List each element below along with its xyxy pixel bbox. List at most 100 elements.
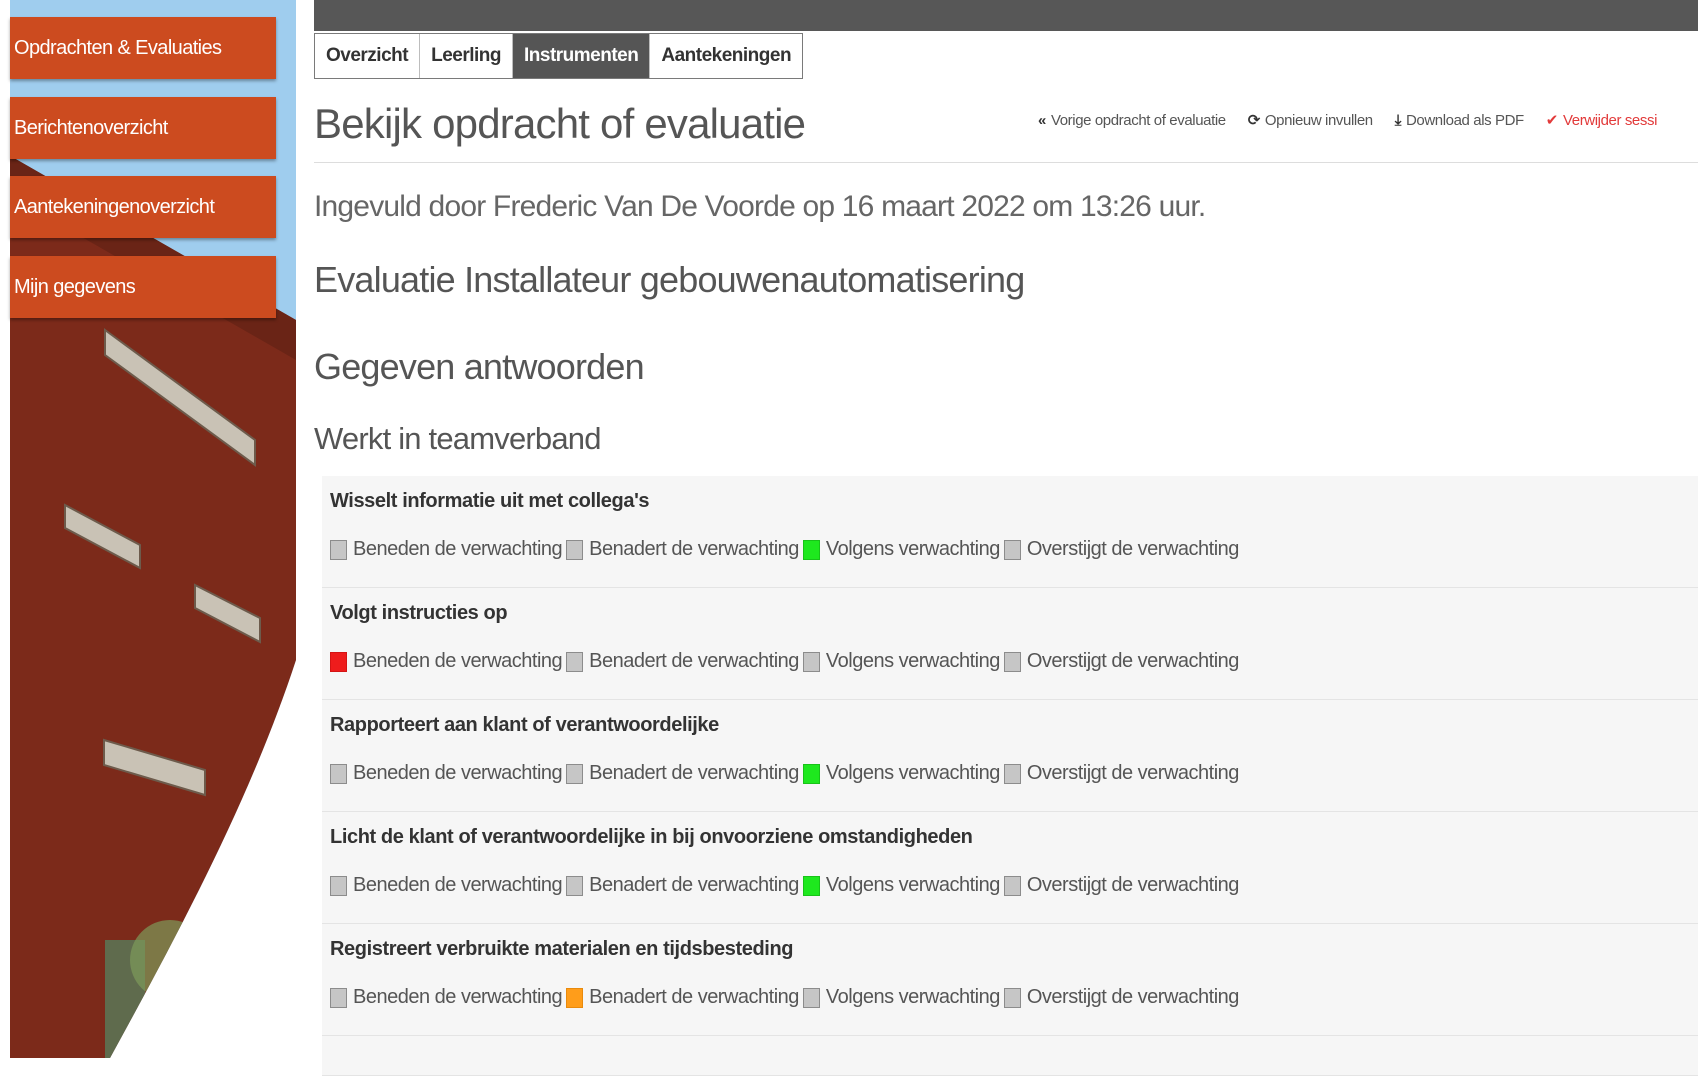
rating-checkbox[interactable] bbox=[330, 875, 347, 896]
rating-option[interactable]: Beneden de verwachting bbox=[330, 762, 563, 785]
rating-label: Benadert de verwachting bbox=[589, 538, 799, 560]
rating-label: Beneden de verwachting bbox=[353, 986, 563, 1008]
rating-option[interactable]: Overstijgt de verwachting bbox=[1003, 538, 1240, 561]
rating-option[interactable]: Benadert de verwachting bbox=[566, 538, 799, 561]
rating-checkbox-selected[interactable] bbox=[330, 651, 347, 672]
criterion-title: Wisselt informatie uit met collega's bbox=[330, 490, 650, 512]
sidebar-item-aantekeningenoverzicht[interactable]: Aantekeningenoverzicht bbox=[10, 176, 276, 238]
criterion-title: Rapporteert aan klant of verantwoordelij… bbox=[330, 714, 719, 736]
sidebar-item-opdrachten-evaluaties[interactable]: Opdrachten & Evaluaties bbox=[10, 17, 276, 79]
list-item: Licht de klant of verantwoordelijke in b… bbox=[322, 812, 1698, 924]
rating-label: Beneden de verwachting bbox=[353, 538, 563, 560]
rating-checkbox[interactable] bbox=[566, 539, 584, 560]
rating-option[interactable]: Overstijgt de verwachting bbox=[1003, 650, 1240, 673]
rating-options: Beneden de verwachting Benadert de verwa… bbox=[330, 650, 1243, 673]
rating-option[interactable]: Volgens verwachting bbox=[802, 538, 1000, 561]
criterion-title: Registreert verbruikte materialen en tij… bbox=[330, 938, 794, 960]
rating-checkbox[interactable] bbox=[330, 987, 347, 1008]
rating-options: Beneden de verwachting Benadert de verwa… bbox=[330, 762, 1243, 785]
rating-label: Overstijgt de verwachting bbox=[1026, 538, 1240, 560]
rating-option[interactable]: Overstijgt de verwachting bbox=[1003, 874, 1240, 897]
refill-link[interactable]: ⟳ Opnieuw invullen bbox=[1247, 111, 1373, 130]
rating-label: Volgens verwachting bbox=[825, 650, 1000, 672]
rating-checkbox[interactable] bbox=[566, 763, 584, 784]
criterion-title: Licht de klant of verantwoordelijke in b… bbox=[330, 826, 973, 848]
rating-option[interactable]: Volgens verwachting bbox=[802, 650, 1000, 673]
sidebar: Opdrachten & Evaluaties Berichtenoverzic… bbox=[0, 0, 296, 1058]
rating-options: Beneden de verwachting Benadert de verwa… bbox=[330, 874, 1243, 897]
sidebar-item-berichtenoverzicht[interactable]: Berichtenoverzicht bbox=[10, 97, 276, 159]
rating-label: Volgens verwachting bbox=[825, 986, 1000, 1008]
list-item: Registreert verbruikte materialen en tij… bbox=[322, 924, 1698, 1036]
rating-checkbox[interactable] bbox=[330, 763, 347, 784]
rating-option[interactable]: Benadert de verwachting bbox=[566, 874, 799, 897]
rating-checkbox[interactable] bbox=[566, 875, 584, 896]
rating-label: Benadert de verwachting bbox=[589, 986, 799, 1008]
rating-option[interactable]: Volgens verwachting bbox=[802, 874, 1000, 897]
divider bbox=[314, 162, 1698, 163]
rating-checkbox-selected[interactable] bbox=[802, 875, 820, 896]
rating-options: Beneden de verwachting Benadert de verwa… bbox=[330, 986, 1243, 1009]
tab-leerling[interactable]: Leerling bbox=[420, 34, 513, 78]
download-icon: ⤓ bbox=[1394, 111, 1402, 129]
action-bar: « Vorige opdracht of evaluatie ⟳ Opnieuw… bbox=[1038, 111, 1679, 130]
rating-checkbox[interactable] bbox=[1003, 539, 1021, 560]
rating-checkbox-selected[interactable] bbox=[566, 987, 584, 1008]
tab-instrumenten[interactable]: Instrumenten bbox=[513, 34, 651, 78]
rating-label: Overstijgt de verwachting bbox=[1026, 874, 1240, 896]
rating-label: Overstijgt de verwachting bbox=[1026, 762, 1240, 784]
double-chevron-left-icon: « bbox=[1038, 111, 1046, 129]
tab-overzicht[interactable]: Overzicht bbox=[315, 34, 421, 78]
previous-evaluation-link[interactable]: « Vorige opdracht of evaluatie bbox=[1038, 111, 1226, 129]
sidebar-item-label: Aantekeningenoverzicht bbox=[14, 195, 215, 218]
rating-option[interactable]: Volgens verwachting bbox=[802, 986, 1000, 1009]
rating-option[interactable]: Beneden de verwachting bbox=[330, 986, 563, 1009]
rating-checkbox[interactable] bbox=[566, 651, 584, 672]
rating-checkbox-selected[interactable] bbox=[802, 539, 820, 560]
rating-checkbox[interactable] bbox=[1003, 651, 1021, 672]
rating-label: Overstijgt de verwachting bbox=[1026, 650, 1240, 672]
criterion-title: Volgt instructies op bbox=[330, 602, 508, 624]
rating-label: Benadert de verwachting bbox=[589, 650, 799, 672]
rating-option[interactable]: Beneden de verwachting bbox=[330, 538, 563, 561]
list-item: Rapporteert aan klant of verantwoordelij… bbox=[322, 700, 1698, 812]
criteria-list: Wisselt informatie uit met collega's Ben… bbox=[322, 476, 1698, 1076]
rating-option[interactable]: Benadert de verwachting bbox=[566, 986, 799, 1009]
rating-label: Beneden de verwachting bbox=[353, 762, 563, 784]
rating-option[interactable]: Beneden de verwachting bbox=[330, 650, 563, 673]
list-item: Volgt instructies op Beneden de verwacht… bbox=[322, 588, 1698, 700]
rating-checkbox[interactable] bbox=[330, 539, 347, 560]
rating-option[interactable]: Benadert de verwachting bbox=[566, 762, 799, 785]
rating-options: Beneden de verwachting Benadert de verwa… bbox=[330, 538, 1243, 561]
list-item: Wisselt informatie uit met collega's Ben… bbox=[322, 476, 1698, 588]
rating-option[interactable]: Benadert de verwachting bbox=[566, 650, 799, 673]
action-label: Vorige opdracht of evaluatie bbox=[1050, 111, 1226, 129]
refresh-icon: ⟳ bbox=[1247, 112, 1261, 129]
action-label: Download als PDF bbox=[1405, 111, 1524, 129]
top-header-bar bbox=[314, 0, 1698, 31]
rating-label: Volgens verwachting bbox=[825, 874, 1000, 896]
rating-option[interactable]: Overstijgt de verwachting bbox=[1003, 986, 1240, 1009]
sidebar-item-mijn-gegevens[interactable]: Mijn gegevens bbox=[10, 256, 276, 318]
page-title: Bekijk opdracht of evaluatie bbox=[314, 100, 806, 147]
rating-option[interactable]: Overstijgt de verwachting bbox=[1003, 762, 1240, 785]
rating-checkbox[interactable] bbox=[802, 651, 820, 672]
rating-label: Overstijgt de verwachting bbox=[1026, 986, 1240, 1008]
evaluation-title: Evaluatie Installateur gebouwenautomatis… bbox=[314, 259, 1025, 300]
tab-aantekeningen[interactable]: Aantekeningen bbox=[650, 34, 802, 78]
rating-label: Volgens verwachting bbox=[825, 538, 1000, 560]
rating-checkbox[interactable] bbox=[1003, 763, 1021, 784]
rating-checkbox[interactable] bbox=[802, 987, 820, 1008]
rating-checkbox-selected[interactable] bbox=[802, 763, 820, 784]
delete-session-link[interactable]: ✔ Verwijder sessi bbox=[1546, 111, 1658, 130]
section-heading: Werkt in teamverband bbox=[314, 421, 601, 456]
rating-option[interactable]: Beneden de verwachting bbox=[330, 874, 563, 897]
download-pdf-link[interactable]: ⤓ Download als PDF bbox=[1395, 111, 1524, 129]
rating-checkbox[interactable] bbox=[1003, 987, 1021, 1008]
sidebar-item-label: Mijn gegevens bbox=[14, 275, 136, 298]
rating-checkbox[interactable] bbox=[1003, 875, 1021, 896]
rating-label: Beneden de verwachting bbox=[353, 874, 563, 896]
rating-option[interactable]: Volgens verwachting bbox=[802, 762, 1000, 785]
tab-bar: Overzicht Leerling Instrumenten Aanteken… bbox=[314, 33, 804, 79]
list-item bbox=[322, 1036, 1698, 1076]
